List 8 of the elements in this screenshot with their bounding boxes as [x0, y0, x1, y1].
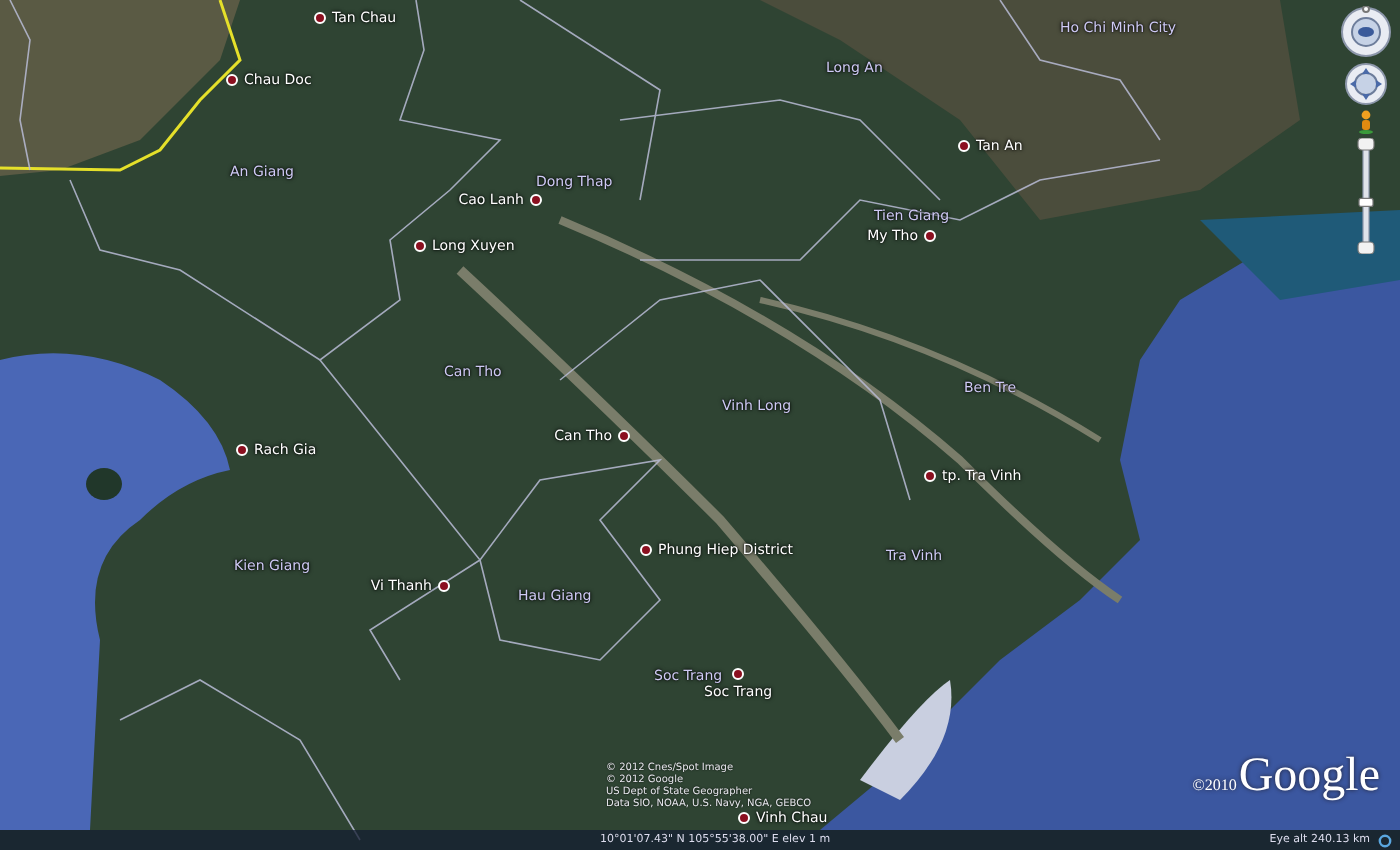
streaming-indicator-icon: [1378, 833, 1392, 847]
zoom-slider[interactable]: [1356, 138, 1376, 254]
person-icon[interactable]: [1358, 110, 1374, 134]
google-logo: Google: [1238, 748, 1380, 804]
move-control-icon[interactable]: [1344, 62, 1388, 106]
look-control-icon[interactable]: [1340, 6, 1392, 58]
zoom-slider-thumb[interactable]: [1358, 197, 1374, 207]
copyright-text: ©2010: [1192, 776, 1237, 794]
